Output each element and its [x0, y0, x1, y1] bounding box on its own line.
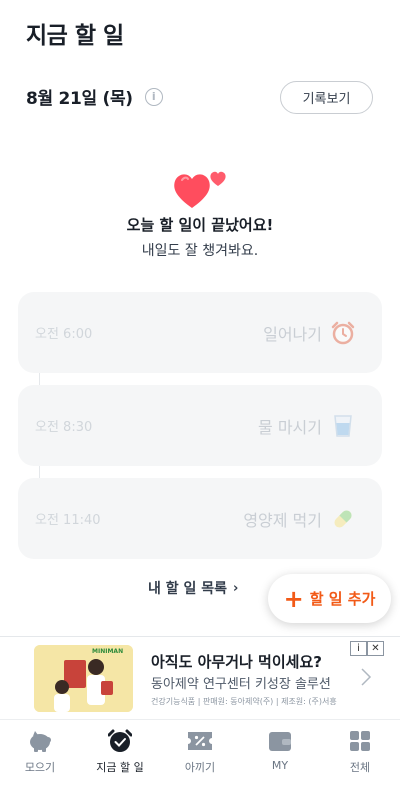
discount-coupon-icon [187, 729, 213, 753]
tab-my[interactable]: MY [240, 720, 320, 785]
ad-brand-logo: MINIMAN [92, 648, 124, 655]
task-card[interactable]: 오전 8:30 물 마시기 [18, 385, 382, 466]
alarm-clock-icon [330, 320, 356, 346]
grid-icon [347, 729, 373, 753]
tab-label: 아끼기 [184, 761, 216, 774]
completion-subtitle: 내일도 잘 챙겨봐요. [141, 243, 259, 259]
task-name: 물 마시기 [258, 417, 322, 437]
hearts-icon [170, 168, 232, 212]
alarm-check-icon [107, 729, 133, 753]
water-cup-icon [330, 413, 356, 439]
tab-save[interactable]: 모으기 [0, 720, 80, 785]
history-button[interactable]: 기록보기 [280, 81, 373, 114]
tab-discount[interactable]: 아끼기 [160, 720, 240, 785]
tab-label: MY [271, 759, 289, 772]
add-task-label: 할 일 추가 [309, 590, 376, 608]
info-icon[interactable]: i [144, 87, 163, 106]
task-name: 일어나기 [263, 324, 322, 344]
task-card[interactable]: 오전 11:40 영양제 먹기 [18, 478, 382, 559]
ad-fine-print: 건강기능식품 | 판매원: 동아제약(주) | 제조원: (주)서흥 [151, 697, 337, 706]
task-time: 오전 11:40 [35, 513, 101, 528]
tab-label: 모으기 [24, 761, 56, 774]
date-row: 8월 21일 (목) i [26, 84, 163, 109]
completion-title: 오늘 할 일이 끝났어요! [126, 216, 274, 234]
tab-label: 전체 [349, 761, 371, 774]
task-name: 영양제 먹기 [243, 510, 322, 530]
ad-close-icon[interactable]: ✕ [367, 641, 384, 656]
chevron-right-icon: › [233, 580, 239, 596]
tab-label: 지금 할 일 [96, 761, 144, 774]
ad-subtitle: 동아제약 연구센터 키성장 솔루션 [151, 677, 331, 692]
add-task-button[interactable]: + 할 일 추가 [268, 574, 391, 623]
task-card[interactable]: 오전 6:00 일어나기 [18, 292, 382, 373]
current-date: 8월 21일 (목) [26, 89, 133, 109]
plus-icon: + [283, 584, 304, 613]
tab-todo-now[interactable]: 지금 할 일 [80, 720, 160, 785]
task-time: 오전 6:00 [35, 327, 93, 342]
bottom-tab-bar: 모으기 지금 할 일 아끼기 MY 전체 [0, 719, 400, 785]
ad-badges: i ✕ [350, 641, 384, 656]
pill-icon [330, 506, 356, 532]
page-title: 지금 할 일 [26, 23, 124, 49]
tab-all[interactable]: 전체 [320, 720, 400, 785]
list-link-label: 내 할 일 목록 [148, 581, 228, 597]
ad-banner[interactable]: MINIMAN 아직도 아무거나 먹이세요? 동아제약 연구센터 키성장 솔루션… [0, 636, 400, 719]
my-task-list-link[interactable]: 내 할 일 목록 › [148, 578, 238, 598]
task-time: 오전 8:30 [35, 420, 93, 435]
chevron-right-icon [361, 668, 372, 686]
ad-title: 아직도 아무거나 먹이세요? [151, 653, 322, 671]
ad-image: MINIMAN [34, 645, 133, 712]
ad-info-icon[interactable]: i [350, 641, 367, 656]
piggy-bank-icon [27, 729, 53, 753]
wallet-icon [267, 729, 293, 753]
